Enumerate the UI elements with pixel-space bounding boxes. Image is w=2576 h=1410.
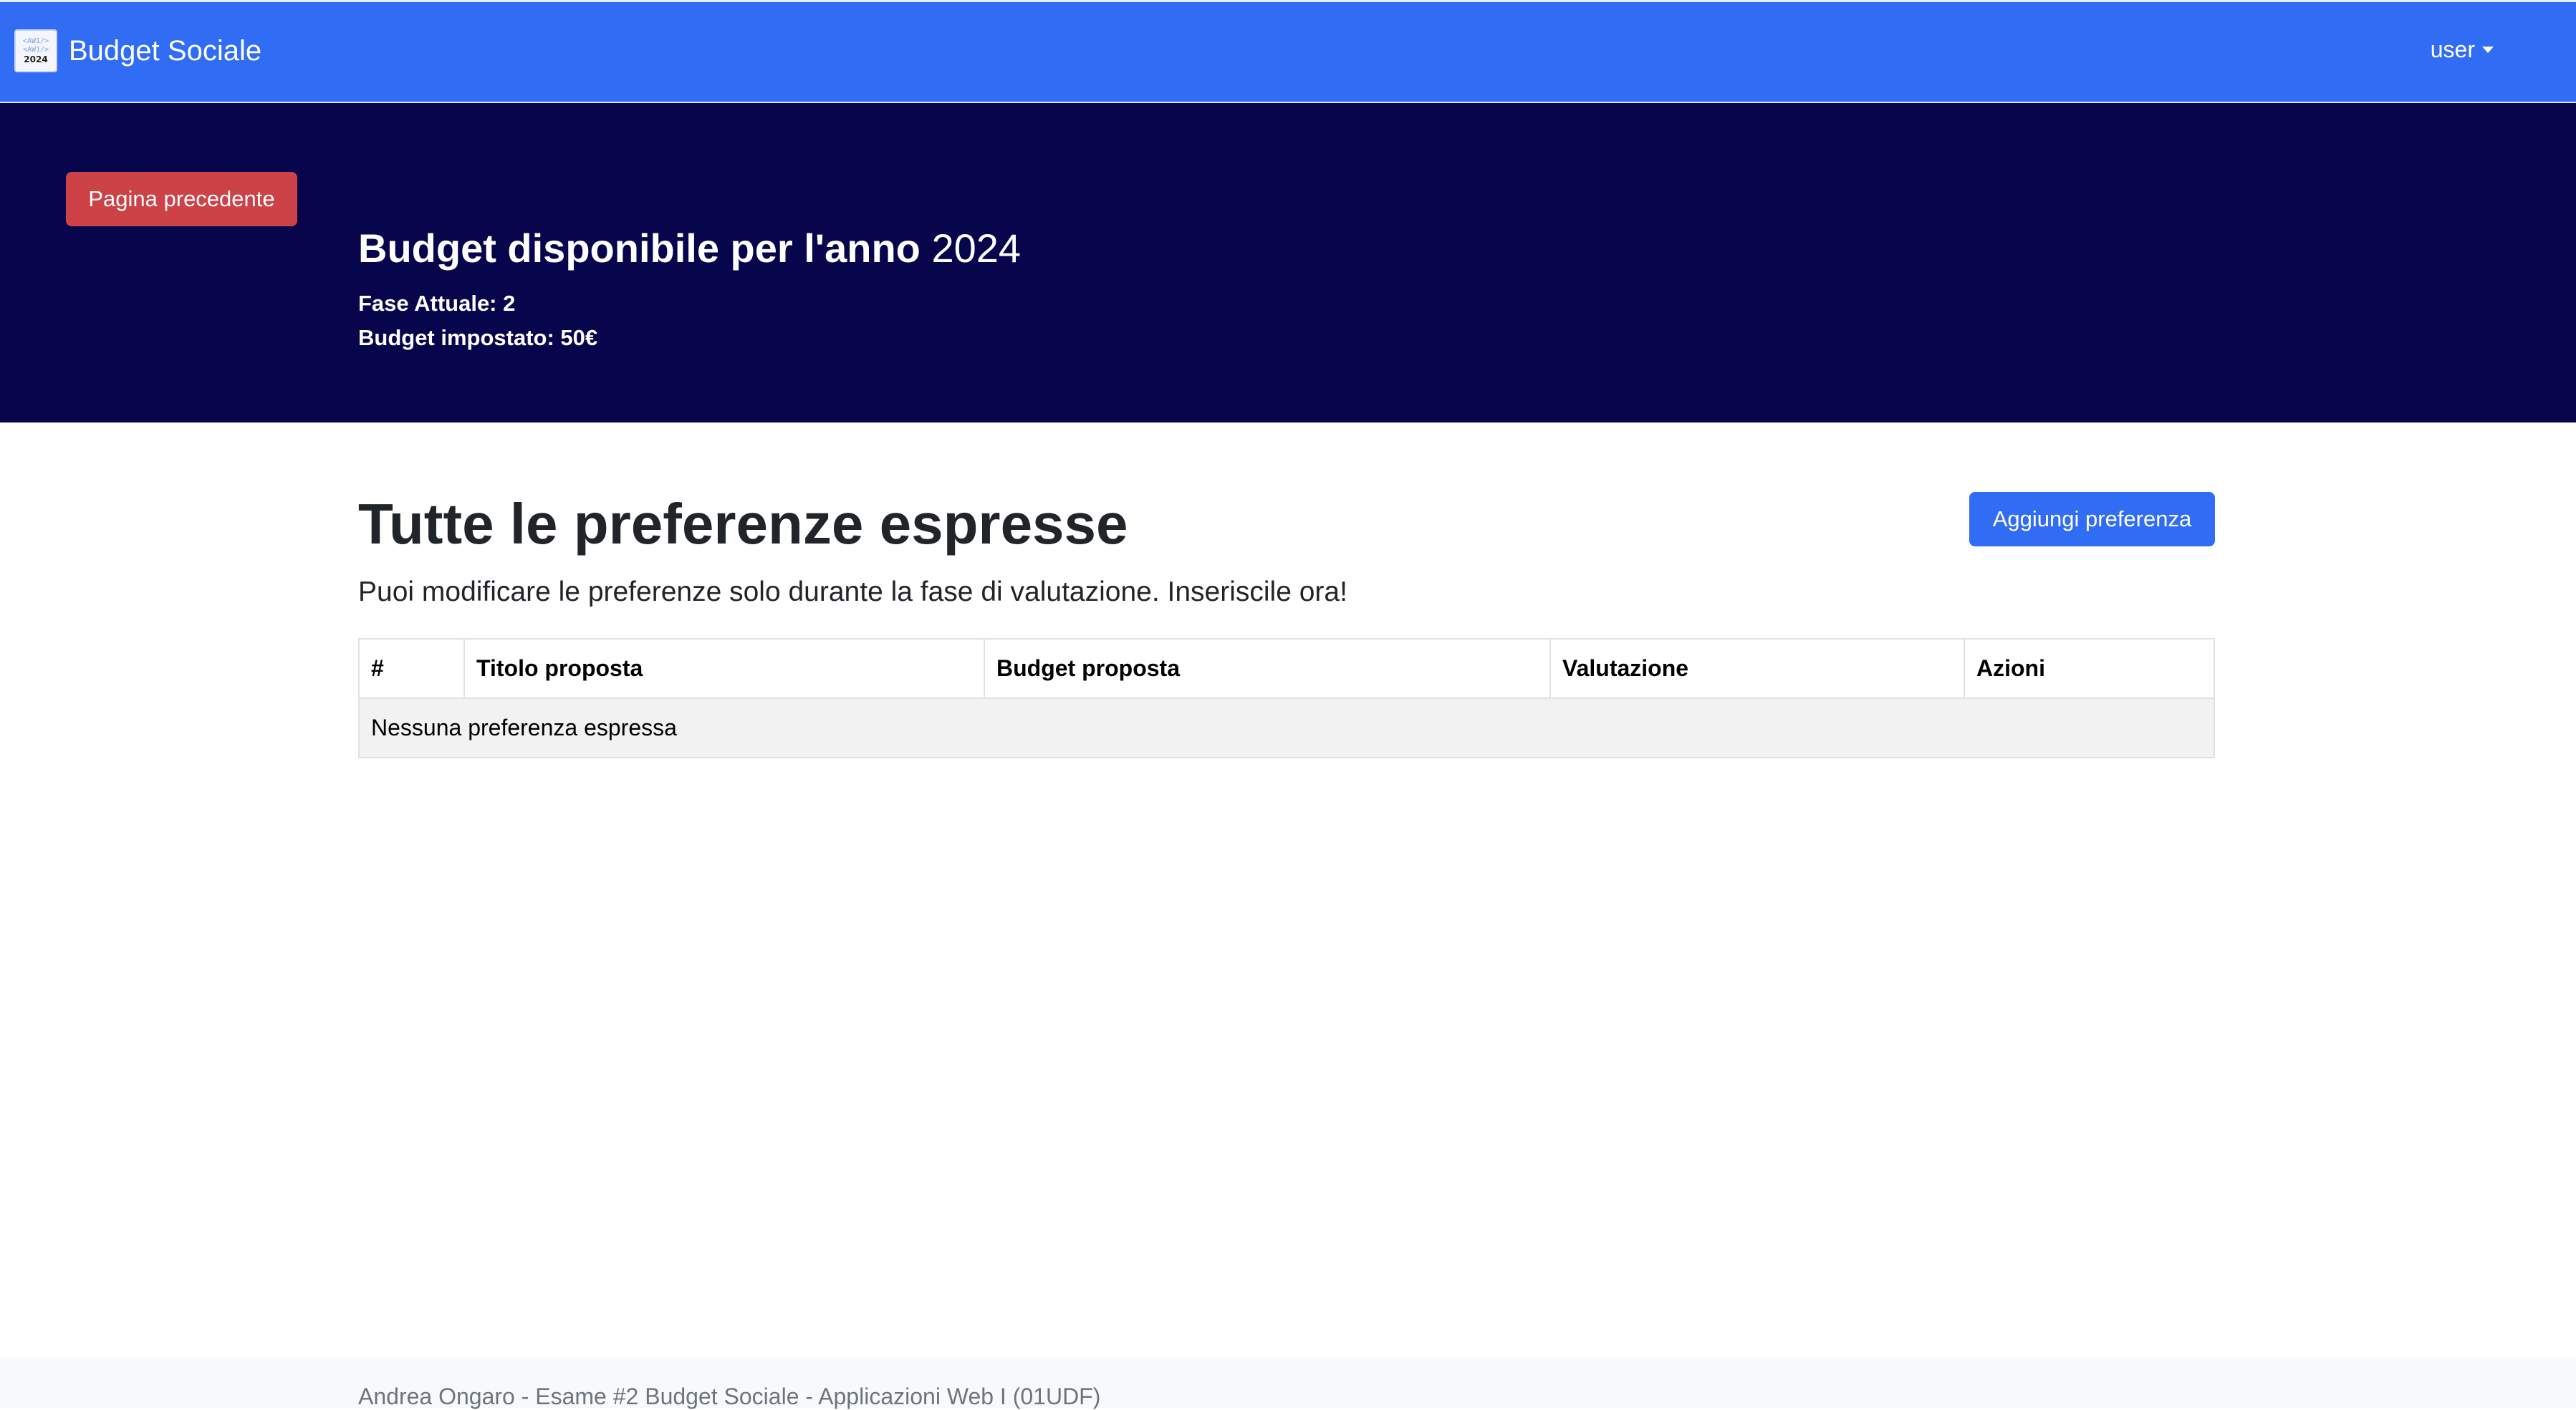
table-row: Nessuna preferenza espressa <box>358 697 2215 758</box>
app-logo: <AW1/> <AW1/> 2024 <box>14 29 57 72</box>
preferences-table: # Titolo proposta Budget proposta Valuta… <box>358 638 2215 758</box>
col-actions: Azioni <box>1964 638 2215 699</box>
logo-text-mid: <AW1/> <box>22 46 49 54</box>
budget-set: Budget impostato: 50€ <box>358 325 598 350</box>
hero-banner: Pagina precedente Budget disponibile per… <box>0 103 2576 422</box>
add-preference-button[interactable]: Aggiungi preferenza <box>1969 492 2215 546</box>
footer-text: Andrea Ongaro - Esame #2 Budget Sociale … <box>358 1384 1101 1409</box>
col-title: Titolo proposta <box>463 638 985 699</box>
current-phase: Fase Attuale: 2 <box>358 291 516 316</box>
hero-title-text: Budget disponibile per l'anno <box>358 226 921 271</box>
table-header-row: # Titolo proposta Budget proposta Valuta… <box>358 638 2215 699</box>
logo-year: 2024 <box>24 54 48 64</box>
page-title: Tutte le preferenze espresse <box>358 492 1128 556</box>
footer: Andrea Ongaro - Esame #2 Budget Sociale … <box>0 1358 2576 1409</box>
empty-message: Nessuna preferenza espressa <box>358 697 2215 758</box>
user-dropdown[interactable]: user <box>2431 37 2494 63</box>
col-budget: Budget proposta <box>984 638 1551 699</box>
hero-year: 2024 <box>931 226 1022 271</box>
back-button[interactable]: Pagina precedente <box>66 172 297 226</box>
caret-down-icon <box>2482 47 2494 53</box>
brand-name: Budget Sociale <box>69 34 262 67</box>
navbar: <AW1/> <AW1/> 2024 Budget Sociale user <box>0 0 2576 103</box>
user-name: user <box>2430 37 2475 62</box>
brand-link[interactable]: <AW1/> <AW1/> 2024 Budget Sociale <box>14 29 261 72</box>
col-rating: Valutazione <box>1549 638 1965 699</box>
logo-text-top: <AW1/> <box>22 37 49 45</box>
page-lead: Puoi modificare le preferenze solo duran… <box>358 576 1347 607</box>
hero-title: Budget disponibile per l'anno 2024 <box>358 225 1021 271</box>
col-index: # <box>358 638 465 699</box>
